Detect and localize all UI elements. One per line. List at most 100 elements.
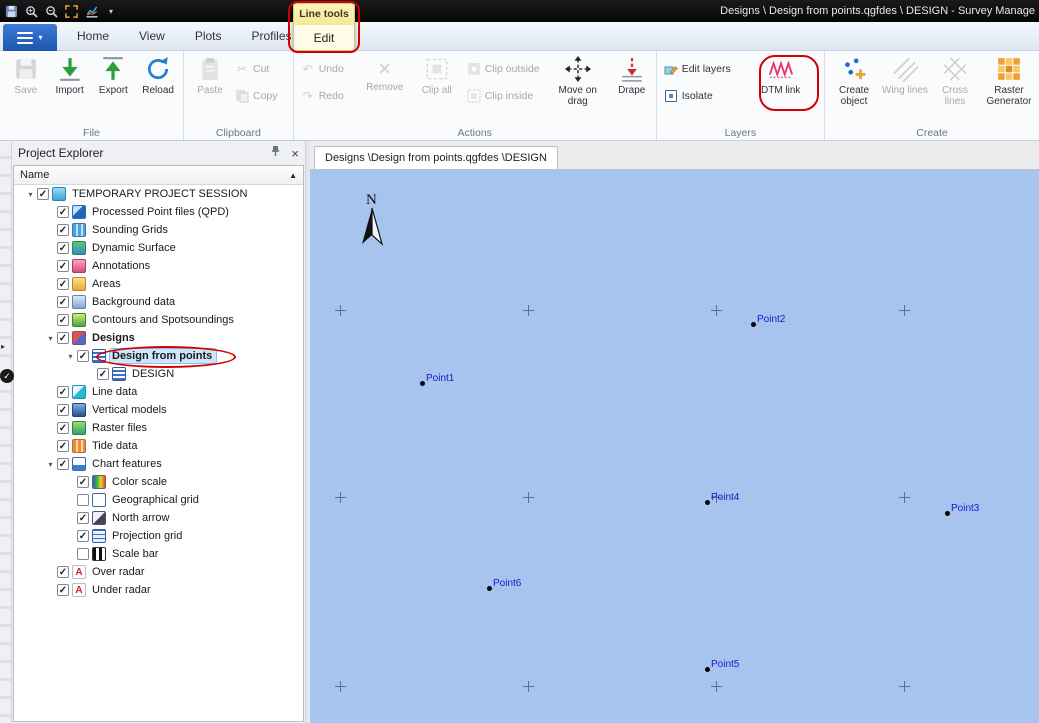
tree-item-sounding-grids[interactable]: ✓Sounding Grids [14, 221, 303, 239]
tree-item-annotations[interactable]: ✓Annotations [14, 257, 303, 275]
visibility-checkbox[interactable]: ✓ [57, 296, 69, 308]
tree-column-header[interactable]: Name ▲ [14, 166, 303, 185]
tree-item-over-radar[interactable]: ✓AOver radar [14, 563, 303, 581]
project-explorer-panel: Project Explorer × Name ▲ ▾✓TEMPORARY PR… [12, 141, 306, 723]
tree-item-north-arrow[interactable]: ✓North arrow [14, 509, 303, 527]
visibility-checkbox[interactable]: ✓ [57, 458, 69, 470]
sort-arrow-icon[interactable]: ▲ [289, 171, 297, 180]
visibility-checkbox[interactable]: ✓ [77, 512, 89, 524]
visibility-checkbox[interactable]: ✓ [57, 332, 69, 344]
check-badge-icon[interactable]: ✓ [0, 369, 14, 383]
zoom-out-icon[interactable] [45, 5, 58, 18]
quick-access-dropdown-icon[interactable]: ▾ [109, 7, 113, 16]
group-label-actions: Actions [294, 127, 656, 139]
expander-icon[interactable]: ▾ [44, 460, 57, 469]
visibility-checkbox[interactable]: ✓ [57, 440, 69, 452]
clip-outside-button[interactable]: Clip outside [464, 60, 546, 78]
tree-item-areas[interactable]: ✓Areas [14, 275, 303, 293]
undo-label: Undo [319, 63, 344, 75]
point-label: Point6 [493, 578, 521, 589]
visibility-checkbox[interactable] [77, 494, 89, 506]
clip-inside-button[interactable]: Clip inside [464, 87, 546, 105]
quick-access-toolbar: ▾ [0, 5, 113, 18]
tab-plots[interactable]: Plots [180, 22, 237, 51]
tree-item-background-data[interactable]: ✓Background data [14, 293, 303, 311]
save-button[interactable]: Save [4, 53, 48, 127]
document-tab-design[interactable]: Designs \Design from points.qgfdes \DESI… [314, 146, 558, 169]
create-object-button[interactable]: Create object [829, 53, 879, 127]
pin-icon[interactable] [270, 144, 281, 162]
tree-item-designs[interactable]: ▾✓Designs [14, 329, 303, 347]
visibility-checkbox[interactable]: ✓ [57, 314, 69, 326]
expander-icon[interactable]: ▾ [44, 334, 57, 343]
isolate-button[interactable]: Isolate [661, 87, 747, 105]
visibility-checkbox[interactable]: ✓ [77, 350, 89, 362]
cut-button[interactable]: ✂ Cut [232, 60, 281, 78]
tree-item-raster-files[interactable]: ✓Raster files [14, 419, 303, 437]
cross-lines-button[interactable]: Cross lines [931, 53, 979, 127]
raster-files-icon [72, 421, 86, 435]
tree-item-contours-and-spotsoundings[interactable]: ✓Contours and Spotsoundings [14, 311, 303, 329]
visibility-checkbox[interactable]: ✓ [57, 242, 69, 254]
undo-button[interactable]: ↶ Undo [298, 60, 356, 78]
visibility-checkbox[interactable] [77, 548, 89, 560]
tab-view[interactable]: View [124, 22, 180, 51]
save-quick-icon[interactable] [5, 5, 18, 18]
clip-all-button[interactable]: Clip all [414, 53, 460, 127]
visibility-checkbox[interactable]: ✓ [57, 386, 69, 398]
move-on-drag-button[interactable]: Move on drag [550, 53, 606, 127]
tree-item-label: Projection grid [110, 529, 186, 543]
tab-home[interactable]: Home [62, 22, 124, 51]
raster-generator-button[interactable]: Raster Generator [981, 53, 1037, 127]
import-label: Import [55, 85, 83, 96]
tree-item-line-data[interactable]: ✓Line data [14, 383, 303, 401]
tree-item-tide-data[interactable]: ✓Tide data [14, 437, 303, 455]
application-menu-button[interactable]: ▾ [3, 24, 57, 51]
edit-layers-label: Edit layers [682, 63, 731, 75]
visibility-checkbox[interactable]: ✓ [77, 476, 89, 488]
annotation-ellipse-design-from-points [96, 346, 236, 368]
tree-item-geographical-grid[interactable]: Geographical grid [14, 491, 303, 509]
visibility-checkbox[interactable]: ✓ [57, 206, 69, 218]
title-bar: ▾ Designs \ Design from points.qgfdes \ … [0, 0, 1039, 22]
tree-item-vertical-models[interactable]: ✓Vertical models [14, 401, 303, 419]
visibility-checkbox[interactable]: ✓ [57, 260, 69, 272]
chart-icon[interactable] [85, 5, 99, 18]
paste-button[interactable]: Paste [188, 53, 232, 127]
tree-item-color-scale[interactable]: ✓Color scale [14, 473, 303, 491]
visibility-checkbox[interactable]: ✓ [97, 368, 109, 380]
tree-item-scale-bar[interactable]: Scale bar [14, 545, 303, 563]
fit-view-icon[interactable] [65, 5, 78, 18]
import-button[interactable]: Import [48, 53, 92, 127]
reload-button[interactable]: Reload [135, 53, 181, 127]
dynamic-surface-icon [72, 241, 86, 255]
visibility-checkbox[interactable]: ✓ [77, 530, 89, 542]
visibility-checkbox[interactable]: ✓ [57, 566, 69, 578]
tree-item-chart-features[interactable]: ▾✓Chart features [14, 455, 303, 473]
remove-button[interactable]: × Remove [360, 53, 410, 127]
visibility-checkbox[interactable]: ✓ [37, 188, 49, 200]
visibility-checkbox[interactable]: ✓ [57, 278, 69, 290]
drape-button[interactable]: Drape [610, 53, 654, 127]
visibility-checkbox[interactable]: ✓ [57, 584, 69, 596]
expander-icon[interactable]: ▾ [64, 352, 77, 361]
close-icon[interactable]: × [291, 147, 299, 160]
visibility-checkbox[interactable]: ✓ [57, 224, 69, 236]
map-canvas[interactable]: N Point1Point2Point3Point4Point5Point6 [310, 170, 1039, 723]
projection-grid-icon [92, 529, 106, 543]
dock-expand-icon[interactable]: ▸ [1, 342, 5, 351]
tree-item-projection-grid[interactable]: ✓ Projection grid [14, 527, 303, 545]
tree-item-temporary-project-session[interactable]: ▾✓TEMPORARY PROJECT SESSION [14, 185, 303, 203]
expander-icon[interactable]: ▾ [24, 190, 37, 199]
tree-item-under-radar[interactable]: ✓AUnder radar [14, 581, 303, 599]
copy-button[interactable]: Copy [232, 87, 281, 105]
wing-lines-button[interactable]: Wing lines [881, 53, 929, 127]
visibility-checkbox[interactable]: ✓ [57, 422, 69, 434]
edit-layers-button[interactable]: Edit layers [661, 60, 747, 78]
redo-button[interactable]: ↷ Redo [298, 87, 356, 105]
tree-item-processed-point-files-qpd[interactable]: ✓Processed Point files (QPD) [14, 203, 303, 221]
zoom-in-icon[interactable] [25, 5, 38, 18]
visibility-checkbox[interactable]: ✓ [57, 404, 69, 416]
export-button[interactable]: Export [92, 53, 136, 127]
tree-item-dynamic-surface[interactable]: ✓Dynamic Surface [14, 239, 303, 257]
